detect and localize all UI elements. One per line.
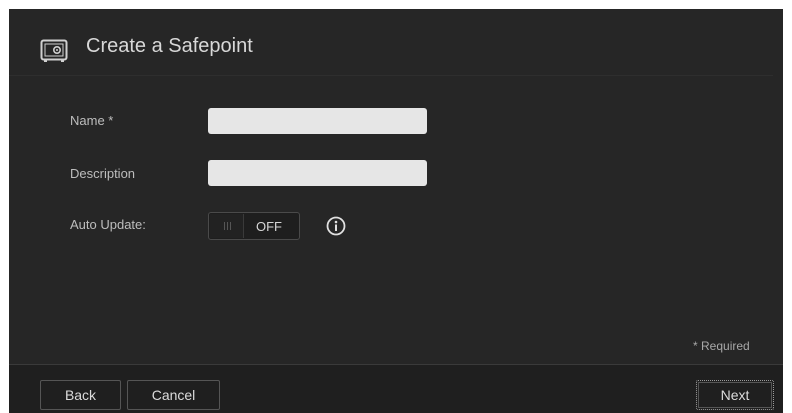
cancel-button[interactable]: Cancel: [127, 380, 220, 410]
header-divider: [9, 75, 773, 76]
toggle-state-label: OFF: [256, 219, 282, 234]
description-label: Description: [70, 166, 136, 181]
back-button[interactable]: Back: [40, 380, 121, 410]
required-note: * Required: [693, 339, 750, 353]
next-button[interactable]: Next: [696, 380, 774, 410]
safe-icon: [40, 39, 68, 62]
create-safepoint-dialog: Create a Safepoint Name * Description Au…: [9, 9, 783, 413]
dialog-footer: Back Cancel Next: [9, 365, 783, 413]
description-input[interactable]: [208, 160, 427, 186]
auto-update-toggle[interactable]: OFF: [208, 212, 300, 240]
dialog-header: Create a Safepoint: [9, 9, 783, 76]
name-label: Name *: [70, 113, 114, 128]
auto-update-label: Auto Update:: [70, 217, 146, 232]
toggle-handle[interactable]: [210, 214, 244, 238]
name-input[interactable]: [208, 108, 427, 134]
info-icon[interactable]: [326, 216, 346, 236]
dialog-title: Create a Safepoint: [86, 35, 253, 57]
